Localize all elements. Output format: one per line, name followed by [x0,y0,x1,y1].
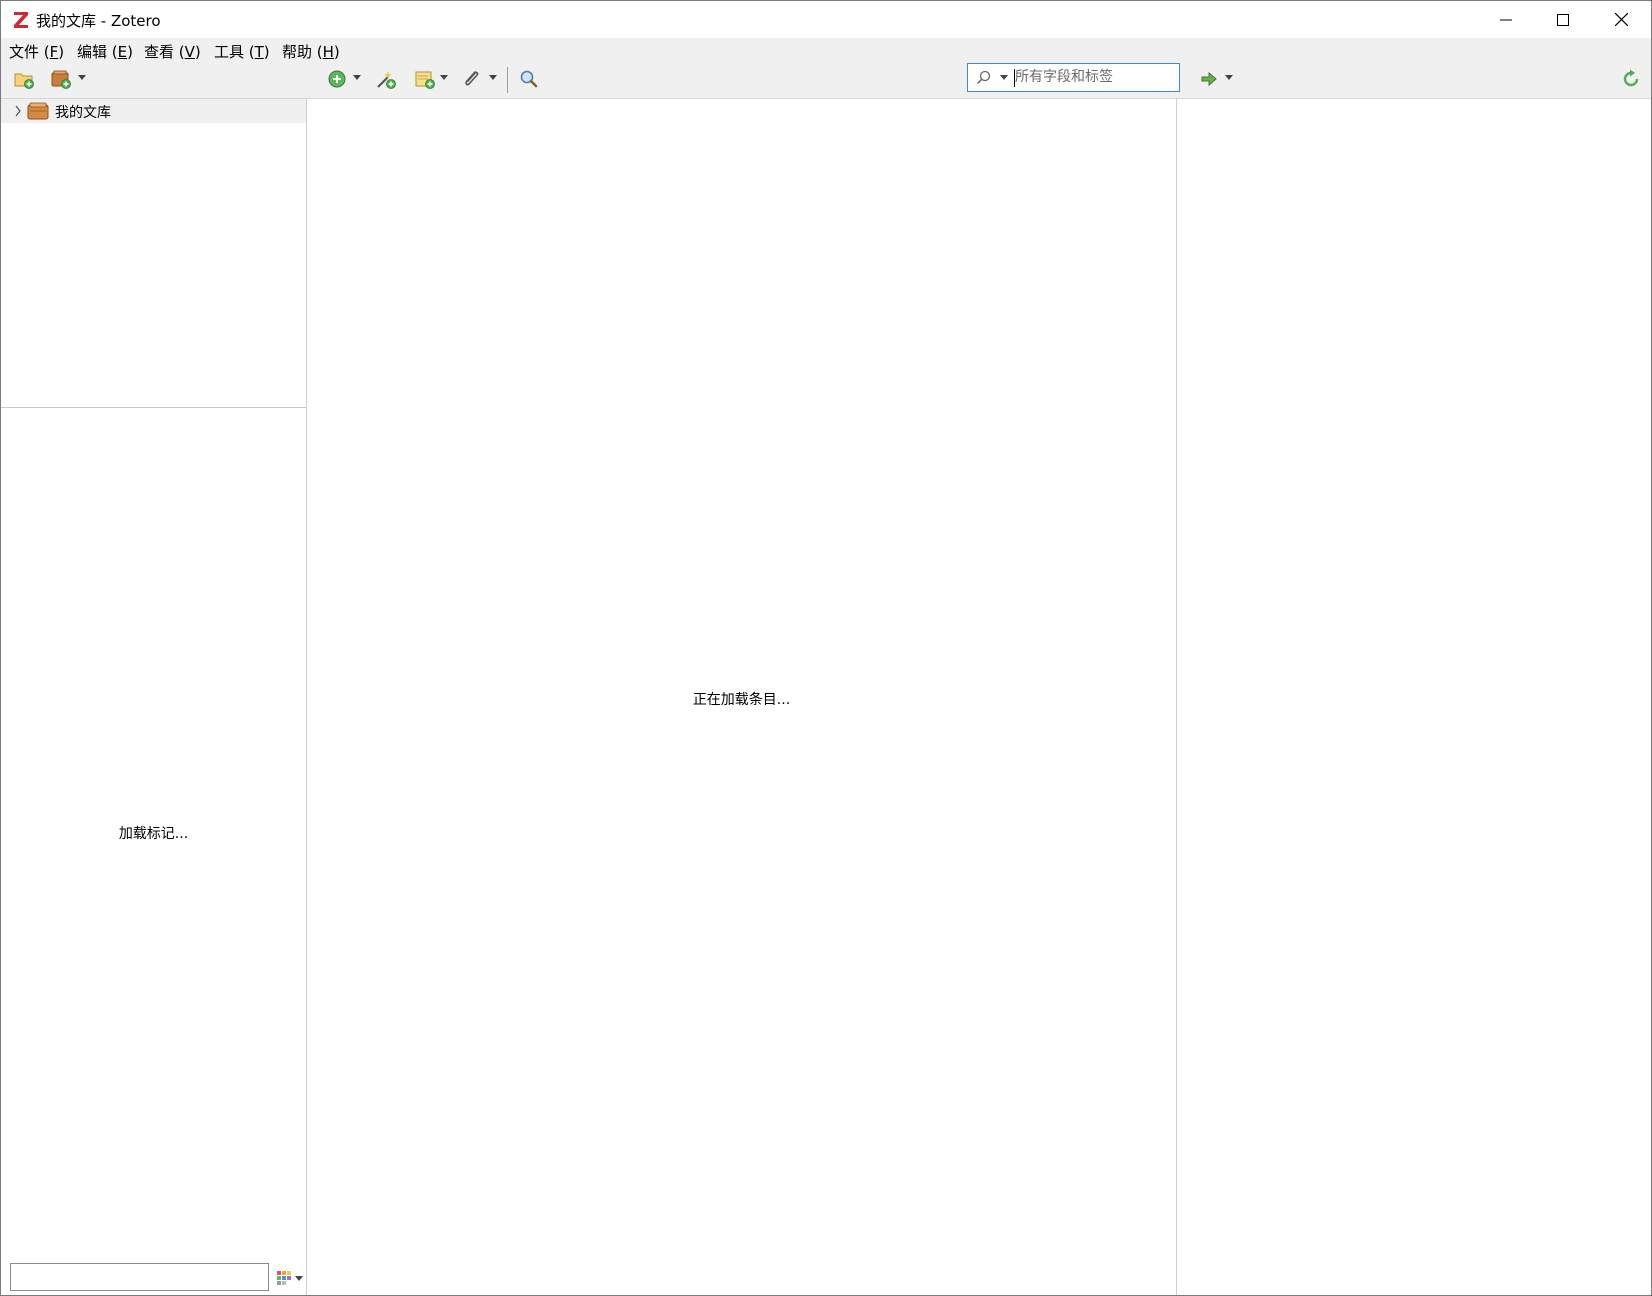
item-detail-pane [1177,99,1651,1295]
toolbar-separator [507,67,508,93]
close-button[interactable] [1592,1,1650,38]
menu-edit[interactable]: 编辑 (E) [77,41,133,62]
chevron-right-icon[interactable] [14,105,22,117]
menu-view[interactable]: 查看 (V) [144,41,201,62]
menu-help[interactable]: 帮助 (H) [282,41,340,62]
collection-row-my-library[interactable]: 我的文库 [1,99,306,123]
new-note-icon[interactable] [414,68,436,90]
tag-filter-input[interactable] [10,1263,269,1291]
new-library-icon[interactable] [50,68,72,90]
sync-icon[interactable] [1620,68,1642,90]
menu-bar: 文件 (F) 编辑 (E) 查看 (V) 工具 (T) 帮助 (H) [1,38,1651,62]
main-toolbar [1,62,1651,99]
zotero-z-icon [14,12,28,28]
magnifier-icon[interactable] [518,68,540,90]
locate-arrow-icon[interactable] [1198,68,1220,90]
quick-search-field[interactable] [967,63,1180,92]
new-item-dropdown-icon[interactable] [353,75,361,80]
title-bar: 我的文库 - Zotero [1,1,1651,38]
new-library-dropdown-icon[interactable] [78,75,86,80]
text-caret [1014,69,1015,87]
attachment-dropdown-icon[interactable] [489,75,497,80]
search-input[interactable] [1015,67,1175,87]
maximize-button[interactable] [1534,1,1592,38]
minimize-button[interactable] [1477,1,1535,38]
paperclip-icon[interactable] [461,68,483,90]
menu-tools[interactable]: 工具 (T) [214,41,270,62]
collections-tags-splitter[interactable] [1,407,306,408]
minimize-icon [1500,19,1512,20]
window-title: 我的文库 - Zotero [36,12,161,30]
tag-selector-loading: 加载标记... [118,826,189,842]
items-loading-message: 正在加载条目... [692,692,791,708]
new-note-dropdown-icon[interactable] [440,75,448,80]
tag-selector-actions-icon[interactable] [275,1269,305,1287]
close-icon [1614,13,1628,26]
zotero-window: 我的文库 - Zotero 文件 (F) 编辑 (E) 查看 (V) 工具 (T… [0,0,1652,1296]
collections-pane: 我的文库 加载标记... [1,99,307,1295]
menu-file[interactable]: 文件 (F) [9,41,64,62]
search-icon[interactable] [976,70,992,86]
maximize-icon [1557,13,1569,26]
collection-label: 我的文库 [55,105,111,121]
new-item-icon[interactable] [326,68,348,90]
items-pane: 正在加载条目... [307,99,1177,1295]
library-icon [27,102,49,120]
new-collection-icon[interactable] [13,68,35,90]
locate-dropdown-icon[interactable] [1225,75,1233,80]
add-by-identifier-icon[interactable] [375,68,397,90]
search-mode-dropdown-icon[interactable] [1000,75,1008,80]
